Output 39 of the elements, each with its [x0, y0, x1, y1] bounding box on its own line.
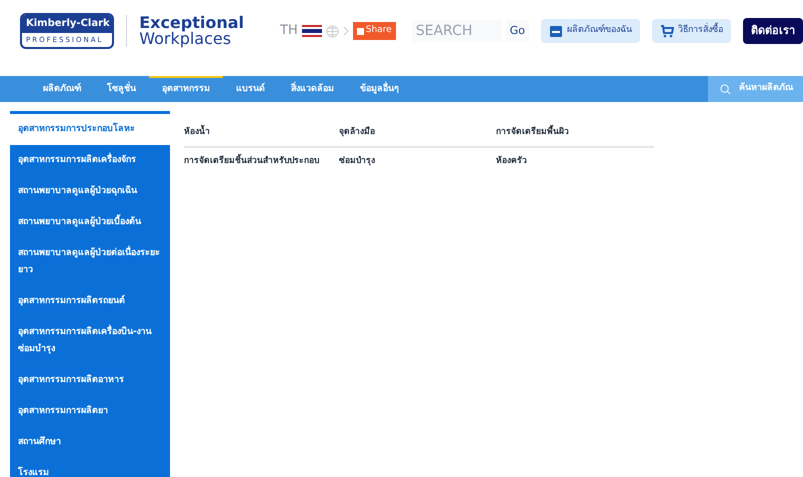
how-to-order-button[interactable]: วิธีการสั่งซื้อ [652, 19, 731, 43]
solution-link[interactable]: การจัดเตรียมชิ้นส่วนสำหรับประกอบ [184, 154, 339, 168]
language-code[interactable]: TH [280, 21, 298, 41]
nav-tab[interactable]: ข้อมูลอื่นๆ [347, 76, 412, 102]
go-button[interactable]: Go [506, 20, 529, 42]
nav-tab[interactable]: อุตสาหกรรม [149, 76, 223, 102]
solution-link[interactable]: ห้องครัว [496, 154, 654, 168]
search-field[interactable]: SEARCH [412, 20, 502, 42]
sidebar-item[interactable]: อุตสาหกรรมการผลิตยา [10, 396, 170, 427]
nav-tab[interactable]: โซลูชั่น [94, 76, 149, 102]
cart-icon [660, 24, 674, 38]
sidebar-item[interactable]: อุตสาหกรรมการผลิตอาหาร [10, 365, 170, 396]
nav-tab[interactable]: ผลิตภัณฑ์ [30, 76, 94, 102]
nav-tab[interactable]: แบรนด์ [223, 76, 278, 102]
nav-tab[interactable]: สิ่งแวดล้อม [278, 76, 347, 102]
brand-name: Kimberly-Clark [22, 15, 112, 33]
sidebar-item[interactable]: โรงแรม [10, 458, 170, 477]
solution-link[interactable]: ซ่อมบำรุง [339, 154, 496, 168]
solution-link[interactable]: ห้องน้ำ [184, 126, 339, 139]
my-products-button[interactable]: ผลิตภัณฑ์ของฉัน [541, 19, 640, 43]
sidebar-item[interactable]: สถานพยาบาลดูแลผู้ป่วยเบื้องต้น [10, 207, 170, 238]
share-button[interactable]: Share [352, 22, 396, 40]
tagline: Workplaces [139, 31, 232, 47]
sidebar-item[interactable]: สถานศึกษา [10, 427, 170, 458]
tagline: Exceptional [139, 15, 244, 31]
sidebar-item[interactable]: อุตสาหกรรมการผลิตเครื่องจักร [10, 145, 170, 176]
search-icon [720, 84, 731, 94]
sidebar-item[interactable]: อุตสาหกรรมการผลิตรถยนต์ [10, 286, 170, 317]
globe-icon[interactable] [326, 24, 339, 38]
sidebar-item[interactable]: อุตสาหกรรมการประกอบโลหะ [10, 114, 170, 145]
chevron-right-icon [342, 26, 349, 36]
sidebar-item[interactable]: สถานพยาบาลดูแลผู้ป่วยต่อเนื่องระยะยาว [10, 238, 170, 286]
sidebar-item[interactable]: อุตสาหกรรมการผลิตเครื่องบิน-งานซ่อมบำรุง [10, 317, 170, 365]
thai-flag-icon [302, 25, 322, 37]
search-placeholder: ค้นหาผลิตภัณ [739, 82, 793, 96]
contact-button[interactable]: ติดต่อเรา [743, 18, 803, 44]
sidebar-item[interactable]: สถานพยาบาลดูแลผู้ป่วยฉุกเฉิน [10, 176, 170, 207]
solution-link[interactable]: การจัดเตรียมพื้นผิว [496, 126, 654, 139]
solution-link[interactable]: จุดล้างมือ [339, 126, 496, 139]
